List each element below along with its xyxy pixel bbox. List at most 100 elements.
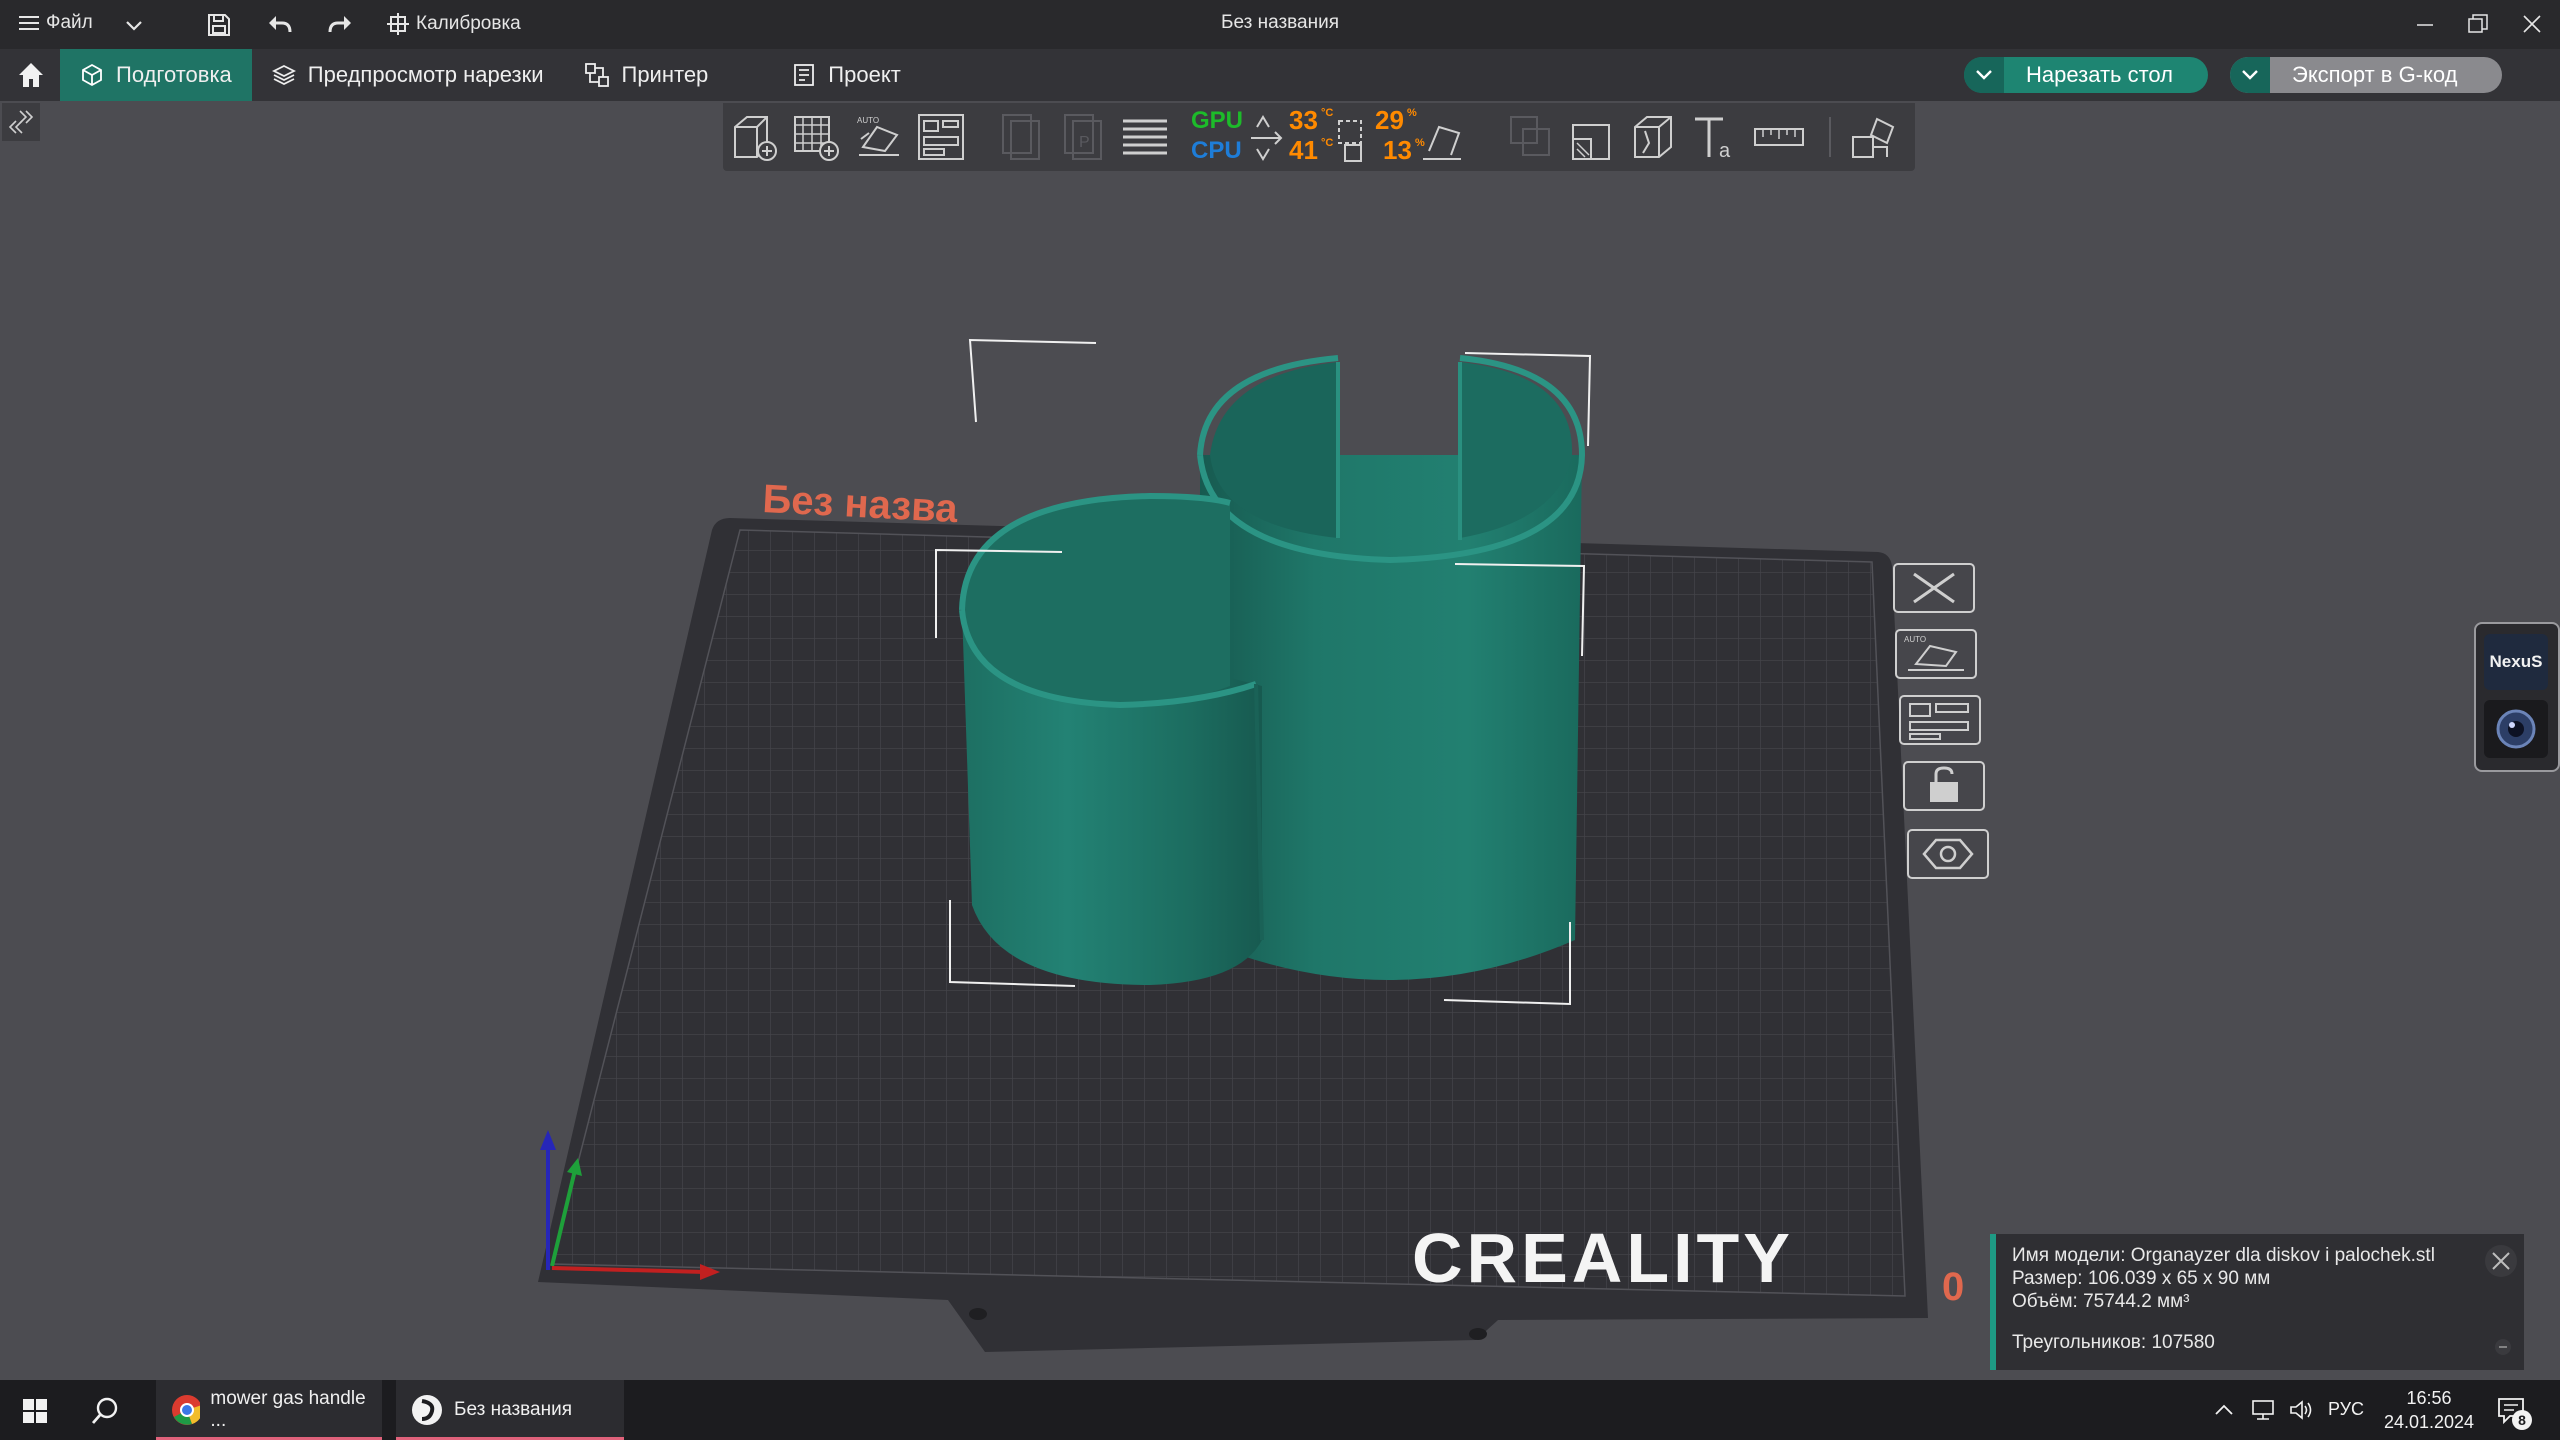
paste-icon: P [1064, 114, 1102, 160]
hamburger-icon [19, 16, 39, 30]
tab-prepare[interactable]: Подготовка [60, 49, 252, 101]
file-menu-button[interactable]: Файл [18, 12, 93, 34]
plate-settings-icon[interactable] [1906, 826, 1990, 882]
cube-icon [82, 63, 102, 87]
document-icon [794, 64, 815, 86]
plate-arrange-icon[interactable] [1898, 692, 1982, 748]
window-title: Без названия [1220, 12, 1339, 33]
chevron-down-icon [2242, 70, 2258, 80]
cpu-temp: 41 [1289, 135, 1318, 165]
ruler-icon[interactable] [1751, 109, 1807, 165]
bed-icon [1423, 125, 1461, 160]
chrome-icon [172, 1395, 201, 1425]
restore-icon[interactable] [2466, 12, 2490, 36]
slice-plate-button[interactable]: Нарезать стол [1964, 57, 2208, 93]
copy-icon [1002, 114, 1040, 160]
slice-plate-label: Нарезать стол [2026, 62, 2174, 87]
title-bar: Файл Калибровка Без названия [0, 0, 2560, 49]
search-icon[interactable] [90, 1396, 120, 1426]
tab-printer-label: Принтер [621, 62, 709, 87]
tab-slice-preview[interactable]: Предпросмотр нарезки [252, 49, 564, 101]
add-object-icon[interactable] [727, 109, 783, 165]
3d-model[interactable] [959, 355, 1586, 985]
layers-settings-icon[interactable] [1117, 109, 1173, 165]
text-tool-icon[interactable]: a [1689, 109, 1745, 165]
tab-printer[interactable]: Принтер [564, 49, 729, 101]
taskbar-item-browser[interactable]: mower gas handle ... [156, 1380, 382, 1440]
taskbar-item-browser-label: mower gas handle ... [210, 1388, 366, 1431]
boolean-icon [1510, 116, 1550, 156]
home-button[interactable] [0, 49, 60, 101]
tab-prepare-label: Подготовка [116, 62, 232, 87]
assembly-icon[interactable] [1847, 109, 1903, 165]
language-indicator[interactable]: РУС [2328, 1399, 2364, 1420]
minimize-icon[interactable] [2414, 14, 2436, 36]
gpu-load-unit: % [1407, 107, 1417, 119]
nexus-widget[interactable]: NexuS [2474, 622, 2560, 772]
cut-icon[interactable] [1565, 109, 1621, 165]
arrows-icon [1251, 115, 1283, 161]
auto-orient-icon[interactable]: AUTO [851, 109, 907, 165]
export-gcode-button[interactable]: Экспорт в G-код [2230, 57, 2502, 93]
model-info-panel: Имя модели: Organayzer dla diskov i palo… [1990, 1234, 2524, 1370]
close-info-icon[interactable] [2484, 1244, 2518, 1278]
model-name: Имя модели: Organayzer dla diskov i palo… [2012, 1245, 2435, 1266]
clock[interactable]: 16:56 24.01.2024 [2382, 1386, 2476, 1434]
delete-plate-icon[interactable] [1892, 560, 1976, 616]
creality-print-icon [412, 1395, 442, 1425]
add-plate-icon[interactable] [789, 109, 845, 165]
3d-viewport[interactable]: Без назва CREALITY 0 [0, 101, 2560, 1380]
network-icon[interactable] [2250, 1398, 2276, 1422]
clock-time: 16:56 [2406, 1388, 2452, 1408]
plate-index-label: 0 [1942, 1265, 1964, 1309]
nexus-logo[interactable]: NexuS [2484, 634, 2548, 690]
taskbar-item-slicer[interactable]: Без названия [396, 1380, 624, 1440]
home-icon [19, 63, 43, 87]
arrange-icon[interactable] [913, 109, 969, 165]
export-gcode-label: Экспорт в G-код [2292, 62, 2458, 87]
undo-icon[interactable] [266, 12, 294, 38]
svg-text:AUTO: AUTO [857, 116, 879, 125]
camera-icon[interactable] [2484, 700, 2548, 758]
close-icon[interactable] [2520, 12, 2544, 36]
svg-text:AUTO: AUTO [1904, 635, 1926, 644]
svg-text:a: a [1719, 140, 1731, 162]
collapse-info-icon[interactable] [2494, 1338, 2512, 1356]
split-icon[interactable] [1627, 109, 1683, 165]
gpu-label: GPU [1191, 107, 1244, 134]
main-toolbar: AUTO P GPU CPU 33 °C 41 °C 29 % 13 % a [723, 103, 1915, 171]
layers-icon [271, 64, 296, 86]
windows-start-icon[interactable] [22, 1398, 48, 1424]
load-graph-icon [1338, 120, 1362, 162]
calibration-icon [387, 13, 409, 35]
redo-icon[interactable] [326, 12, 354, 38]
calibration-button[interactable]: Калибровка [386, 12, 521, 36]
toolbar-divider [1829, 117, 1831, 157]
notification-badge: 8 [2512, 1410, 2532, 1430]
chevron-down-icon[interactable] [124, 15, 144, 35]
gpu-load: 29 [1375, 105, 1404, 135]
clock-date: 24.01.2024 [2383, 1412, 2475, 1432]
tab-project-label: Проект [828, 62, 901, 87]
gpu-temp-unit: °C [1321, 107, 1334, 119]
lock-icon[interactable] [1902, 758, 1986, 814]
tab-slice-preview-label: Предпросмотр нарезки [307, 62, 544, 87]
model-size: Размер: 106.039 x 65 x 90 мм [2012, 1268, 2271, 1289]
tab-project[interactable]: Проект [772, 49, 920, 101]
plate-auto-orient-icon[interactable]: AUTO [1894, 626, 1978, 682]
model-volume: Объём: 75744.2 мм³ [2012, 1291, 2190, 1312]
volume-icon[interactable] [2288, 1398, 2314, 1422]
export-dropdown[interactable] [2230, 57, 2270, 93]
chevron-down-icon [1976, 70, 1992, 80]
calibration-label: Калибровка [416, 13, 521, 34]
gpu-temp: 33 [1289, 105, 1318, 135]
cpu-label: CPU [1191, 137, 1242, 164]
slice-dropdown[interactable] [1964, 57, 2004, 93]
expand-sidebar-icon[interactable] [2, 103, 40, 141]
system-monitor: GPU CPU 33 °C 41 °C 29 % 13 % [1187, 105, 1487, 169]
chevron-up-icon[interactable] [2214, 1402, 2234, 1418]
printer-device-icon [584, 63, 609, 87]
file-menu-label: Файл [46, 12, 93, 33]
taskbar-item-slicer-label: Без названия [454, 1399, 573, 1420]
save-icon[interactable] [206, 12, 232, 38]
